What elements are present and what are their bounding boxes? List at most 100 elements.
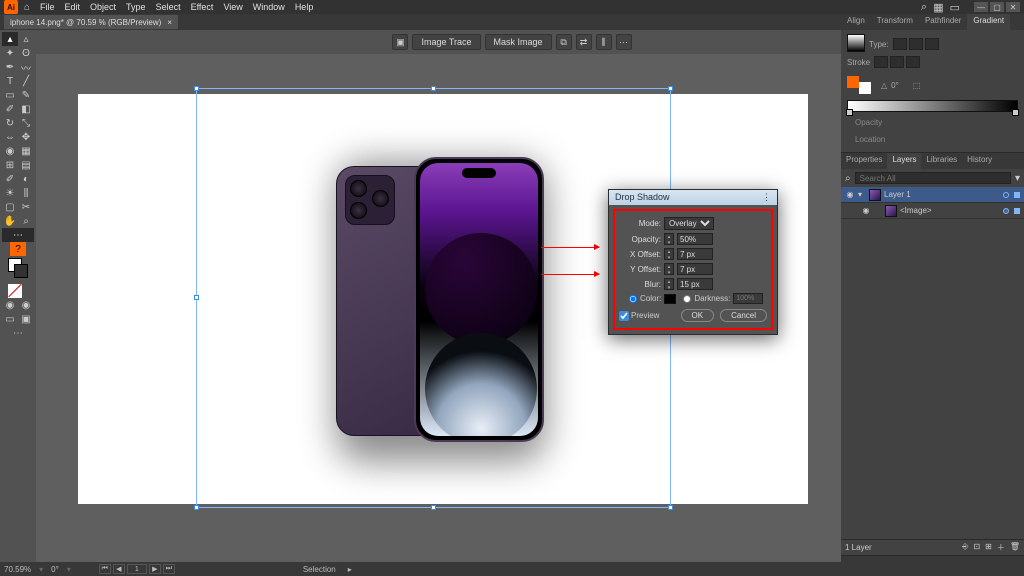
new-sublayer-icon[interactable]: ⊞ [985, 542, 992, 553]
gradient-slider[interactable] [847, 100, 1018, 112]
disclosure-icon[interactable]: ▾ [858, 190, 866, 199]
tab-gradient[interactable]: Gradient [967, 14, 1010, 30]
screen-mode[interactable]: ▭ [2, 312, 18, 326]
blur-field[interactable] [677, 278, 713, 290]
tab-layers[interactable]: Layers [887, 153, 921, 169]
tab-libraries[interactable]: Libraries [921, 153, 962, 169]
linear-grad-icon[interactable] [893, 38, 907, 50]
target-icon[interactable] [1003, 192, 1009, 198]
blend-tool[interactable]: ◐ [18, 172, 34, 186]
canvas[interactable]: Drop Shadow⋮ Mode: Overlay Opacity: ▴▾ X… [36, 54, 841, 562]
free-transform-tool[interactable]: ✥ [18, 130, 34, 144]
tab-transform[interactable]: Transform [871, 14, 919, 30]
menu-effect[interactable]: Effect [191, 2, 214, 12]
perspective-tool[interactable]: ▦ [18, 144, 34, 158]
menu-type[interactable]: Type [126, 2, 146, 12]
artboard-tool[interactable]: ▢ [2, 200, 18, 214]
recolor-icon[interactable] [847, 76, 871, 94]
arrange-icon[interactable]: ▭ [950, 1, 960, 14]
rotate-tool[interactable]: ↻ [2, 116, 18, 130]
line-tool[interactable]: ╱ [18, 74, 34, 88]
darkness-radio[interactable] [683, 295, 691, 303]
question-tool[interactable]: ? [10, 242, 26, 256]
max-button[interactable]: ▢ [990, 2, 1004, 12]
tab-pathfinder[interactable]: Pathfinder [919, 14, 967, 30]
gradient-preview[interactable] [847, 34, 865, 52]
eyedropper-tool[interactable]: ✐ [2, 172, 18, 186]
magic-wand-tool[interactable]: ✦ [2, 46, 18, 60]
crop-icon[interactable]: ⧉ [556, 34, 572, 50]
visibility-icon[interactable]: ◉ [845, 190, 855, 199]
chart-icon[interactable]: ⫼ [596, 34, 612, 50]
selection-tool[interactable]: ▴ [2, 32, 18, 46]
close-button[interactable]: ✕ [1006, 2, 1020, 12]
pen-tool[interactable]: ✒ [2, 60, 18, 74]
zoom-level[interactable]: 70.59% [4, 565, 31, 574]
more-icon[interactable]: ⋯ [616, 34, 632, 50]
opacity-field[interactable] [677, 233, 713, 245]
no-fill-chip[interactable] [8, 280, 28, 296]
eraser-tool[interactable]: ◧ [18, 102, 34, 116]
xoffset-field[interactable] [677, 248, 713, 260]
menu-select[interactable]: Select [156, 2, 181, 12]
stroke-grad-2[interactable] [890, 56, 904, 68]
filter-icon[interactable]: ▾ [1015, 173, 1020, 184]
yoffset-stepper[interactable]: ▴▾ [664, 263, 674, 275]
lasso-tool[interactable]: ʘ [18, 46, 34, 60]
workspace-icon[interactable]: ▦ [933, 1, 943, 14]
visibility-icon[interactable]: ◉ [861, 206, 871, 215]
menu-object[interactable]: Object [90, 2, 116, 12]
search-icon[interactable]: ⌕ [921, 1, 927, 14]
direct-select-tool[interactable]: ▵ [18, 32, 34, 46]
mask-image-button[interactable]: Mask Image [485, 34, 552, 50]
color-radio[interactable] [629, 295, 637, 303]
embed-icon[interactable]: ▣ [392, 34, 408, 50]
draw-normal[interactable]: ◉ [2, 298, 18, 312]
clip-icon[interactable]: ⊡ [973, 542, 980, 553]
curvature-tool[interactable]: 〰 [18, 60, 34, 74]
link-icon[interactable]: ⇄ [576, 34, 592, 50]
dialog-menu-icon[interactable]: ⋮ [762, 192, 771, 203]
target-icon[interactable] [1003, 208, 1009, 214]
slice-tool[interactable]: ✂ [18, 200, 34, 214]
rotate-value[interactable]: 0° [51, 565, 59, 574]
xoffset-stepper[interactable]: ▴▾ [664, 248, 674, 260]
symbol-tool[interactable]: ☀ [2, 186, 18, 200]
menu-file[interactable]: File [40, 2, 55, 12]
mode-select[interactable]: Overlay [664, 217, 714, 230]
ok-button[interactable]: OK [681, 309, 715, 322]
blur-stepper[interactable]: ▴▾ [664, 278, 674, 290]
gradient-tool[interactable]: ▤ [18, 158, 34, 172]
cancel-button[interactable]: Cancel [720, 309, 767, 322]
layer-row[interactable]: ◉ ▾ Layer 1 [841, 187, 1024, 203]
edit-toolbar[interactable]: ⋯ [2, 228, 34, 242]
stroke-grad-1[interactable] [874, 56, 888, 68]
freeform-grad-icon[interactable] [925, 38, 939, 50]
opacity-stepper[interactable]: ▴▾ [664, 233, 674, 245]
yoffset-field[interactable] [677, 263, 713, 275]
graph-tool[interactable]: ⫼ [18, 186, 34, 200]
document-tab[interactable]: iphone 14.png* @ 70.59 % (RGB/Preview) × [4, 15, 178, 29]
mesh-tool[interactable]: ⊞ [2, 158, 18, 172]
selection-bounds[interactable] [196, 88, 671, 508]
delete-layer-icon[interactable]: 🗑 [1010, 542, 1020, 553]
layer-row[interactable]: ◉ <Image> [841, 203, 1024, 219]
width-tool[interactable]: ⇔ [2, 130, 18, 144]
shape-builder-tool[interactable]: ◉ [2, 144, 18, 158]
artboard-nav[interactable]: ⏮◀1▶⏭ [99, 564, 175, 574]
stroke-grad-3[interactable] [906, 56, 920, 68]
tab-properties[interactable]: Properties [841, 153, 887, 169]
tab-history[interactable]: History [962, 153, 997, 169]
brush-tool[interactable]: ✎ [18, 88, 34, 102]
zoom-tool[interactable]: ⌕ [18, 214, 34, 228]
color-swatch[interactable] [664, 294, 676, 304]
menu-view[interactable]: View [223, 2, 242, 12]
scale-tool[interactable]: ⤡ [18, 116, 34, 130]
radial-grad-icon[interactable] [909, 38, 923, 50]
min-button[interactable]: — [974, 2, 988, 12]
layer-search[interactable] [855, 172, 1011, 184]
menu-edit[interactable]: Edit [65, 2, 81, 12]
screen-mode-2[interactable]: ▣ [18, 312, 34, 326]
locate-icon[interactable]: ⎆ [962, 542, 968, 553]
image-trace-button[interactable]: Image Trace [412, 34, 480, 50]
